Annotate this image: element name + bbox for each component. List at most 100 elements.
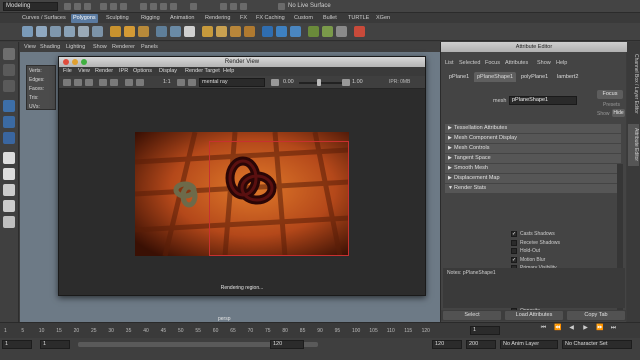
time-slider[interactable]: 1 5 10 15 20 25 30 35 40 45 50 55 60 65 70 75 80 85 90 95 10… (0, 322, 640, 338)
single-pane-layout-icon[interactable] (3, 152, 15, 164)
exposure-slider[interactable] (299, 82, 343, 84)
four-pane-layout-icon[interactable] (3, 168, 15, 180)
step-forward-key-icon[interactable]: ⏩ (596, 325, 603, 332)
scale-tool-icon[interactable] (3, 132, 15, 144)
select-object-icon[interactable] (110, 3, 117, 10)
extract-icon[interactable] (138, 26, 149, 37)
exposure-slider-handle[interactable] (317, 79, 321, 86)
render-frame-icon[interactable] (220, 3, 227, 10)
rgb-channel-icon[interactable] (125, 79, 133, 86)
ae-menu-selected[interactable]: Selected (459, 60, 480, 66)
snapshot-icon[interactable] (110, 79, 118, 86)
checked-checkbox-icon[interactable]: ✓ (511, 231, 517, 237)
bevel-icon[interactable] (244, 26, 255, 37)
ae-menu-attributes[interactable]: Attributes (505, 60, 528, 66)
character-set-dropdown[interactable]: No Character Set (562, 340, 632, 349)
poly-cone-icon[interactable] (64, 26, 75, 37)
renderer-dropdown[interactable]: mental ray (199, 78, 265, 87)
rv-menu-file[interactable]: File (63, 68, 72, 75)
snap-grid-icon[interactable] (140, 3, 147, 10)
history-icon[interactable] (190, 3, 197, 10)
panel-menu-renderer[interactable]: Renderer (112, 43, 135, 51)
shelf-tab-rendering[interactable]: Rendering (203, 14, 232, 23)
focus-button[interactable]: Focus (597, 90, 623, 99)
minimize-icon[interactable] (72, 59, 78, 65)
bevel-icon[interactable] (230, 26, 241, 37)
render-region-icon[interactable] (99, 79, 107, 86)
channel-box-tab[interactable]: Channel Box / Layer Editor (628, 44, 639, 124)
mesh-name-field[interactable]: pPlaneShape1 (509, 96, 577, 105)
maximize-icon[interactable] (81, 59, 87, 65)
rv-menu-view[interactable]: View (78, 68, 90, 75)
animation-start-field[interactable]: 1 (2, 340, 32, 349)
shelf-tab-turtle[interactable]: TURTLE (346, 14, 371, 23)
current-frame-field[interactable]: 1 (470, 326, 500, 335)
tab-polyplane1[interactable]: polyPlane1 (518, 72, 551, 82)
shelf-tab-custom[interactable]: Custom (292, 14, 315, 23)
delete-history-icon[interactable] (354, 26, 365, 37)
poly-sphere-icon[interactable] (22, 26, 33, 37)
panel-menu-view[interactable]: View (24, 43, 36, 51)
presets-button[interactable]: Presets (603, 102, 620, 108)
tab-pplaneshape1[interactable]: pPlaneShape1 (474, 72, 517, 82)
shelf-tab-rigging[interactable]: Rigging (139, 14, 162, 23)
shelf-tab-fx[interactable]: FX (238, 14, 249, 23)
section-tessellation-attributes[interactable]: ▶ Tessellation Attributes (445, 124, 621, 133)
alpha-channel-icon[interactable] (136, 79, 144, 86)
remove-image-icon[interactable] (188, 79, 196, 86)
rv-menu-options[interactable]: Options (133, 68, 152, 75)
side-by-side-layout-icon[interactable] (3, 184, 15, 196)
ipr-icon[interactable] (74, 79, 82, 86)
snap-point-icon[interactable] (160, 3, 167, 10)
graph-layout-icon[interactable] (3, 216, 15, 228)
open-scene-icon[interactable] (74, 3, 81, 10)
play-forward-icon[interactable]: ▶ (582, 325, 589, 332)
render-stat-checkbox[interactable]: Hold-Out (511, 247, 621, 256)
shelf-tab-sculpting[interactable]: Sculpting (104, 14, 131, 23)
hide-button[interactable]: Hide (612, 109, 625, 117)
mode-dropdown[interactable]: Modeling (3, 2, 58, 11)
live-surface-label[interactable]: No Live Surface (288, 1, 331, 12)
shelf-tab-bullet[interactable]: Bullet (321, 14, 339, 23)
extrude-icon[interactable] (202, 26, 213, 37)
ae-menu-focus[interactable]: Focus (485, 60, 500, 66)
smooth-icon[interactable] (156, 26, 167, 37)
rv-menu-ipr[interactable]: IPR (119, 68, 128, 75)
target-weld-icon[interactable] (276, 26, 287, 37)
render-region-marquee[interactable] (209, 141, 349, 256)
section-displacement-map[interactable]: ▶ Displacement Map (445, 174, 621, 183)
shelf-tab-animation[interactable]: Animation (168, 14, 196, 23)
ipr-render-icon[interactable] (230, 3, 237, 10)
combine-icon[interactable] (110, 26, 121, 37)
tab-pplane1[interactable]: pPlane1 (446, 72, 472, 82)
select-component-icon[interactable] (120, 3, 127, 10)
ratio-label[interactable]: 1:1 (163, 78, 171, 87)
rotate-tool-icon[interactable] (3, 116, 15, 128)
snap-view-icon[interactable] (170, 3, 177, 10)
automatic-map-icon[interactable] (336, 26, 347, 37)
mirror-icon[interactable] (184, 26, 195, 37)
anim-layer-dropdown[interactable]: No Anim Layer (500, 340, 558, 349)
go-to-end-icon[interactable]: ⏭ (610, 325, 617, 332)
save-scene-icon[interactable] (84, 3, 91, 10)
load-attributes-button[interactable]: Load Attributes (505, 311, 563, 320)
keep-image-icon[interactable] (177, 79, 185, 86)
boolean-icon[interactable] (170, 26, 181, 37)
close-icon[interactable] (63, 59, 69, 65)
render-stat-checkbox[interactable]: ✓ Casts Shadows (511, 230, 621, 239)
shelf-tab-fx-caching[interactable]: FX Caching (254, 14, 287, 23)
ae-menu-show[interactable]: Show (537, 60, 551, 66)
shelf-tab-curves-surfaces[interactable]: Curves / Surfaces (20, 14, 68, 23)
unchecked-checkbox-icon[interactable] (511, 248, 517, 254)
separate-icon[interactable] (124, 26, 135, 37)
multi-cut-icon[interactable] (262, 26, 273, 37)
poly-torus-icon[interactable] (92, 26, 103, 37)
section-tangent-space[interactable]: ▶ Tangent Space (445, 154, 621, 163)
lasso-tool-icon[interactable] (3, 64, 15, 76)
panel-menu-show[interactable]: Show (93, 43, 107, 51)
shelf-tab-polygons[interactable]: Polygons (71, 14, 98, 23)
paint-select-icon[interactable] (3, 80, 15, 92)
select-button[interactable]: Select (443, 311, 501, 320)
insert-edge-loop-icon[interactable] (290, 26, 301, 37)
render-view-titlebar[interactable]: Render View (59, 57, 425, 67)
